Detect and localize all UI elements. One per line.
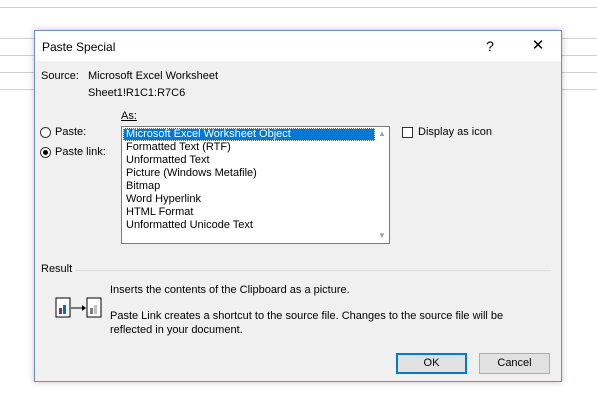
dialog-titlebar: Paste Special ? ✕	[35, 31, 561, 61]
paste-special-dialog: Paste Special ? ✕ Source: Microsoft Exce…	[34, 30, 562, 382]
cancel-button[interactable]: Cancel	[479, 353, 550, 374]
paste-radio-label: Paste:	[55, 126, 87, 138]
list-item[interactable]: Bitmap	[123, 180, 375, 193]
source-value: Microsoft Excel Worksheet	[88, 70, 219, 82]
scroll-down-icon[interactable]: ▼	[377, 231, 387, 241]
source-range: Sheet1!R1C1:R7C6	[88, 87, 186, 99]
as-format-listbox[interactable]: Microsoft Excel Worksheet Object Formatte…	[121, 126, 390, 244]
result-link-description: Paste Link creates a shortcut to the sou…	[110, 310, 504, 336]
background-gridline	[0, 7, 597, 8]
list-item[interactable]: Word Hyperlink	[123, 193, 375, 206]
listbox-scrollbar[interactable]: ▲ ▼	[375, 127, 389, 243]
help-button[interactable]: ?	[472, 33, 508, 59]
ok-button[interactable]: OK	[396, 353, 467, 374]
result-label: Result	[41, 263, 73, 275]
paste-radio[interactable]	[40, 126, 51, 138]
paste-link-radio-label: Paste link:	[55, 146, 106, 158]
display-as-icon-checkbox[interactable]	[402, 126, 413, 138]
list-item[interactable]: Formatted Text (RTF)	[123, 141, 375, 154]
scroll-up-icon[interactable]: ▲	[377, 129, 387, 139]
list-item[interactable]: Unformatted Unicode Text	[123, 219, 375, 232]
paste-radio-option[interactable]: Paste:	[40, 126, 86, 138]
result-divider	[75, 270, 551, 271]
paste-link-radio[interactable]	[40, 146, 51, 158]
result-description: Inserts the contents of the Clipboard as…	[110, 284, 350, 296]
list-item[interactable]: Microsoft Excel Worksheet Object	[123, 128, 375, 141]
close-button[interactable]: ✕	[520, 33, 556, 59]
list-item[interactable]: Unformatted Text	[123, 154, 375, 167]
display-as-icon-label: Display as icon	[418, 126, 492, 138]
as-label: As:	[121, 110, 137, 122]
list-item[interactable]: Picture (Windows Metafile)	[123, 167, 375, 180]
paste-link-radio-option[interactable]: Paste link:	[40, 146, 106, 158]
list-item[interactable]: HTML Format	[123, 206, 375, 219]
dialog-title: Paste Special	[42, 40, 116, 54]
source-label: Source:	[41, 70, 79, 82]
paste-link-picture-icon	[55, 297, 102, 318]
display-as-icon-option[interactable]: Display as icon	[402, 126, 492, 138]
